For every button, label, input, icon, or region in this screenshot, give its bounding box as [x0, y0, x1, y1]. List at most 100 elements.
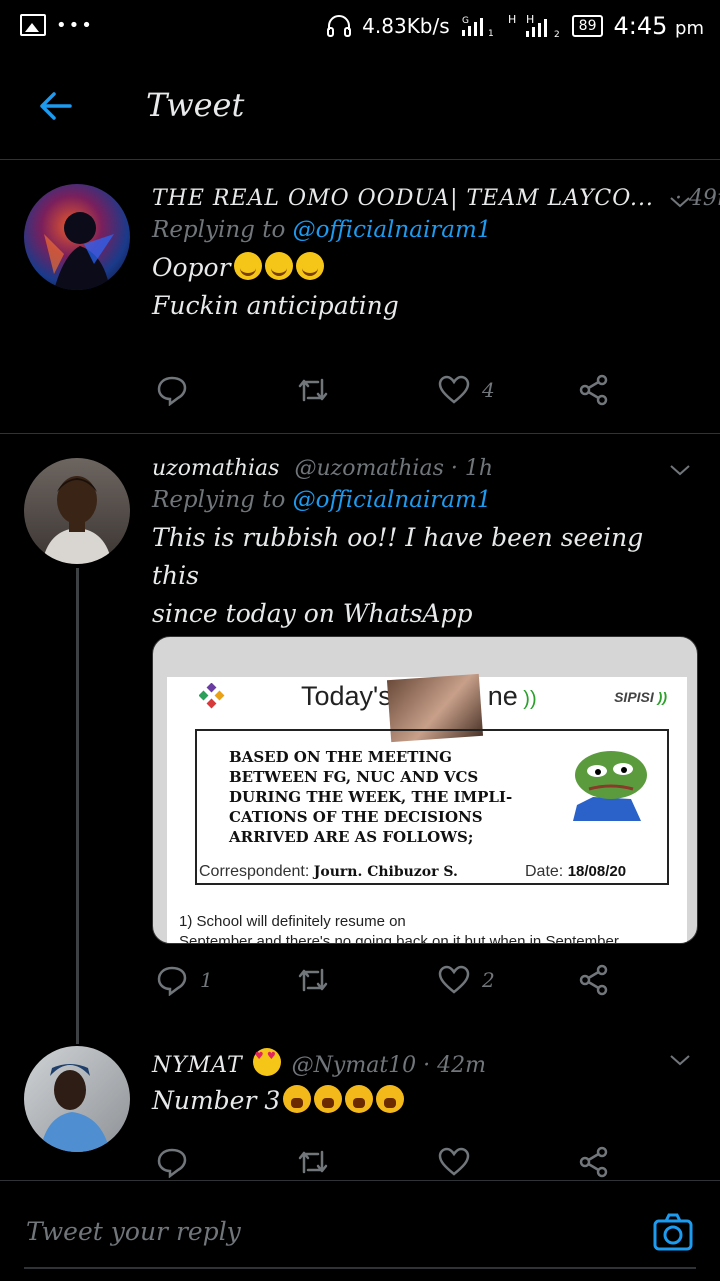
- retweet-action[interactable]: [296, 374, 342, 406]
- display-name[interactable]: THE REAL OMO OODUA| TEAM LAYCO...: [152, 186, 654, 211]
- tweet-media-image[interactable]: Today's ne )) SIPISI )) BASED ON THE MEET…: [152, 636, 698, 944]
- loudly-crying-emoji-icon: [345, 1085, 374, 1113]
- retweet-icon: [298, 1150, 328, 1174]
- signal-sim1-icon: G1: [461, 16, 493, 38]
- reply-action[interactable]: 1: [156, 964, 213, 996]
- like-count: 4: [482, 378, 495, 402]
- back-arrow-icon[interactable]: [36, 86, 76, 126]
- reply-action[interactable]: [156, 1146, 188, 1178]
- reply-icon: [157, 376, 187, 406]
- reply-count: 1: [200, 968, 213, 992]
- media-title-text: Today's: [301, 681, 392, 711]
- camera-icon[interactable]: [652, 1211, 694, 1253]
- avatar[interactable]: [24, 458, 130, 564]
- like-action[interactable]: 2: [438, 964, 495, 996]
- tweet-item[interactable]: NYMAT @Nymat10 · 42m Number 3: [0, 1034, 720, 1180]
- frog-meme-icon: [573, 751, 647, 821]
- loudly-crying-emoji-icon: [283, 1085, 312, 1113]
- correspondent-name: Journ. Chibuzor S.: [313, 864, 458, 880]
- share-action[interactable]: [578, 964, 610, 996]
- media-date: Date: 18/08/20: [525, 863, 626, 881]
- like-action[interactable]: 4: [438, 374, 495, 406]
- chevron-down-icon[interactable]: [668, 458, 692, 482]
- svg-text:G: G: [462, 16, 469, 26]
- display-name[interactable]: NYMAT: [152, 1053, 243, 1078]
- tweet-text-line-1: Number 3: [152, 1086, 281, 1115]
- tweet-content: uzomathias @uzomathias · 1h Replying to …: [152, 456, 690, 633]
- user-handle[interactable]: @Nymat10: [292, 1053, 417, 1078]
- status-left: •••: [20, 14, 94, 36]
- avatar[interactable]: [24, 184, 130, 290]
- signal-sim2-icon: H H 2: [508, 13, 560, 39]
- tweet-meta: NYMAT @Nymat10 · 42m: [152, 1048, 690, 1078]
- replying-handle-link[interactable]: @officialnairam1: [293, 217, 492, 243]
- display-name[interactable]: uzomathias: [152, 456, 279, 481]
- media-headline: BASED ON THE MEETING BETWEEN FG, NUC AND…: [229, 747, 519, 847]
- headphones-icon: [327, 15, 352, 37]
- winking-face-emoji-icon: [295, 252, 324, 280]
- status-right: 4.83Kb/s G1 HH 2 89 4:45 pm: [326, 12, 704, 40]
- avatar-image: [44, 212, 114, 290]
- share-icon: [579, 1146, 608, 1178]
- share-action[interactable]: [578, 374, 610, 406]
- headline-line: BETWEEN FG, NUC AND VCS: [229, 768, 479, 786]
- like-count: 2: [482, 968, 495, 992]
- tweet-content: NYMAT @Nymat10 · 42m Number 3: [152, 1048, 690, 1120]
- like-action[interactable]: [438, 1146, 470, 1178]
- media-brand: SIPISI )): [614, 689, 667, 705]
- retweet-icon: [298, 968, 328, 992]
- diamond-logo-icon: [199, 683, 225, 709]
- tweet-text-line-1: This is rubbish oo!! I have been seeing …: [152, 523, 644, 590]
- image-notification-icon: [20, 14, 46, 36]
- clock-ampm: pm: [675, 18, 704, 39]
- media-title-end: ne: [487, 681, 518, 711]
- tweet-meta: THE REAL OMO OODUA| TEAM LAYCO... · 49m: [152, 186, 720, 211]
- replying-handle-link[interactable]: @officialnairam1: [293, 487, 492, 513]
- chevron-down-icon[interactable]: [668, 1048, 692, 1072]
- network-speed: 4.83Kb/s: [362, 14, 450, 38]
- share-action[interactable]: [578, 1146, 610, 1178]
- clock: 4:45 pm: [613, 12, 704, 40]
- retweet-action[interactable]: [296, 1146, 330, 1178]
- replying-label: Replying to: [152, 217, 286, 243]
- heart-icon: [438, 375, 470, 404]
- date-label: Date:: [525, 863, 564, 880]
- svg-text:H: H: [508, 13, 516, 26]
- avatar-image: [40, 1064, 110, 1152]
- replying-to: Replying to @officialnairam1: [152, 487, 690, 513]
- tweet-text: Oopor Fuckin anticipating: [152, 249, 690, 325]
- loudly-crying-emoji-icon: [376, 1085, 405, 1113]
- tweet-item[interactable]: uzomathias @uzomathias · 1h Replying to …: [0, 434, 720, 1034]
- correspondent-label: Correspondent:: [199, 863, 310, 880]
- tweet-actions: 4: [152, 374, 632, 414]
- clock-time: 4:45: [613, 12, 668, 40]
- tweet-actions: [152, 1146, 632, 1180]
- tweet-time: · 1h: [450, 456, 494, 481]
- headline-line: DURING THE WEEK, THE IMPLI-: [229, 788, 513, 806]
- chevron-down-icon[interactable]: [668, 190, 692, 214]
- top-header: Tweet: [0, 52, 720, 160]
- tweet-text-line-2: Fuckin anticipating: [152, 291, 399, 320]
- tweet-text-line-1: Oopor: [152, 253, 231, 282]
- user-handle[interactable]: @uzomathias: [294, 456, 443, 481]
- tweet-item[interactable]: THE REAL OMO OODUA| TEAM LAYCO... · 49m …: [0, 160, 720, 433]
- tweet-text-line: Oopor: [152, 249, 690, 287]
- reply-action[interactable]: [156, 374, 200, 406]
- status-bar: ••• 4.83Kb/s G1 HH 2 89 4:45 pm: [0, 0, 720, 52]
- media-correspondent: Correspondent: Journ. Chibuzor S.: [199, 863, 458, 881]
- loudly-crying-emoji-icon: [314, 1085, 343, 1113]
- media-point-cut: September and there's no going back on i…: [179, 933, 619, 944]
- replying-label: Replying to: [152, 487, 286, 513]
- reply-icon: [157, 966, 187, 996]
- battery-indicator: 89: [571, 15, 604, 37]
- tweet-time: · 42m: [423, 1053, 487, 1078]
- retweet-action[interactable]: [296, 964, 342, 996]
- tweet-text: Number 3: [152, 1082, 690, 1120]
- reply-input[interactable]: Tweet your reply: [26, 1217, 241, 1246]
- svg-text:2: 2: [554, 30, 560, 39]
- share-icon: [579, 964, 608, 996]
- svg-text:H: H: [526, 13, 534, 26]
- avatar[interactable]: [24, 1046, 130, 1152]
- winking-face-emoji-icon: [233, 252, 262, 280]
- share-icon: [579, 374, 608, 406]
